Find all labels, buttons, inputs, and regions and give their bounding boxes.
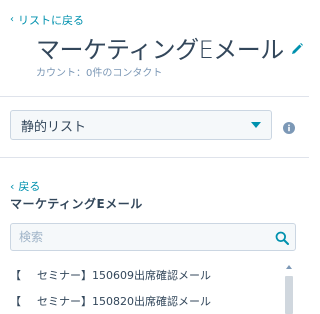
panel-back-label: 戻る [18,180,41,193]
scroll-thumb[interactable] [285,276,293,314]
list-type-select[interactable]: 静的リスト [10,110,272,140]
section-divider [0,157,309,158]
chevron-left-icon: ‹ [10,14,14,25]
contact-count: カウント：0件のコンタクト [36,68,163,79]
list-item-prefix: 【 [10,269,21,282]
list-type-value: 静的リスト [21,119,87,135]
caret-down-icon [251,122,261,128]
search-field[interactable] [10,223,296,251]
panel-title: マーケティングEメール [10,197,143,211]
header-divider [0,96,309,97]
search-icon[interactable] [275,230,289,245]
pencil-icon[interactable] [290,41,304,55]
list-item-label: セミナー】150820出席確認メール [37,295,211,308]
info-icon[interactable] [283,119,295,134]
search-input[interactable] [11,224,267,250]
list-item[interactable]: 【 セミナー】150609出席確認メール [10,262,282,288]
back-to-lists-link[interactable]: ‹ リストに戻る [10,12,84,28]
page-header: マーケティングEメール [36,30,304,65]
page-title: マーケティングEメール [36,36,284,64]
list-scrollbar[interactable] [283,262,295,314]
email-list: 【 セミナー】150609出席確認メール 【 セミナー】150820出席確認メー… [10,262,282,314]
list-item-label: セミナー】150609出席確認メール [37,269,211,282]
panel-back-link[interactable]: ‹ 戻る [10,178,40,194]
back-to-lists-label: リストに戻る [18,14,84,27]
list-item[interactable]: 【 セミナー】150820出席確認メール [10,288,282,314]
list-item-prefix: 【 [10,295,21,308]
scroll-up-icon[interactable] [286,265,292,269]
chevron-left-icon: ‹ [10,179,15,193]
